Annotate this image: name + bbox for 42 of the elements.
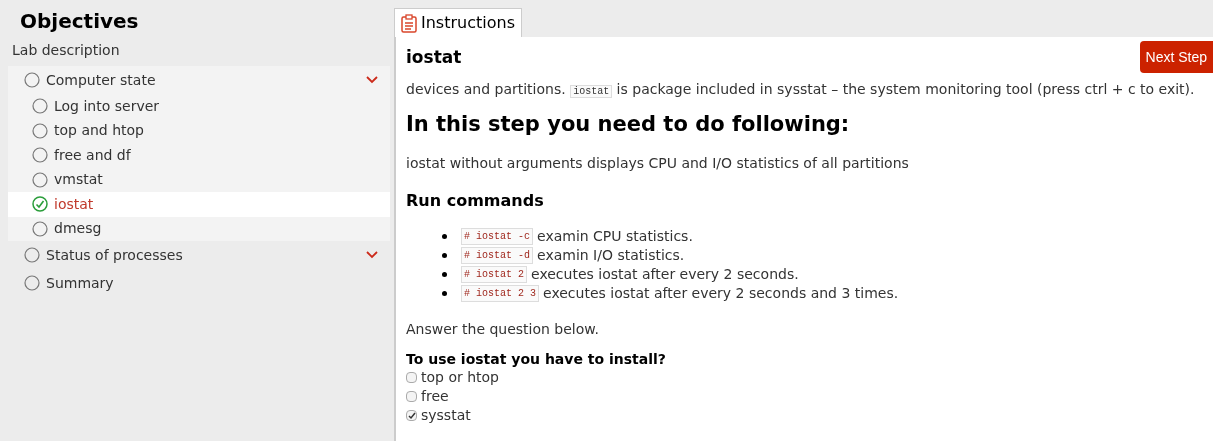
sidebar-item[interactable]: iostat bbox=[8, 192, 390, 217]
bullet-icon bbox=[442, 253, 447, 258]
checkbox[interactable] bbox=[406, 410, 417, 421]
answer-prompt: Answer the question below. bbox=[406, 320, 600, 337]
sidebar-item[interactable]: dmesg bbox=[8, 216, 390, 241]
sidebar-item[interactable]: Log into server bbox=[8, 94, 390, 119]
command-code: # iostat 2 3 bbox=[461, 285, 539, 302]
question-text: To use iostat you have to install? bbox=[406, 350, 667, 368]
intro-text: devices and partitions. iostat is package included in sysstat – the system monitoring tool (press ctrl + c to exit). bbox=[406, 80, 1196, 100]
sidebar-title: Objectives bbox=[19, 8, 140, 35]
command-description: examin I/O statistics. bbox=[537, 246, 685, 265]
checkmark-icon bbox=[407, 411, 416, 420]
command-description: examin CPU statistics. bbox=[537, 227, 693, 246]
answer-option[interactable]: free bbox=[406, 387, 1213, 406]
command-description: executes iostat after every 2 seconds. bbox=[531, 265, 799, 284]
sidebar-item[interactable]: Status of processes bbox=[8, 242, 390, 268]
step-title: iostat bbox=[406, 46, 462, 69]
sidebar-item[interactable]: vmstat bbox=[8, 167, 390, 192]
chevron-down-icon bbox=[366, 251, 378, 259]
answer-option[interactable]: sysstat bbox=[406, 406, 1213, 425]
sidebar-item[interactable]: top and htop bbox=[8, 118, 390, 143]
command-code: # iostat -c bbox=[461, 228, 533, 245]
lab-description-link[interactable]: Lab description bbox=[8, 40, 390, 66]
checkbox[interactable] bbox=[406, 372, 417, 383]
command-code: # iostat 2 bbox=[461, 266, 527, 283]
step-heading: In this step you need to do following: bbox=[406, 111, 851, 138]
next-step-button[interactable]: Next Step bbox=[1139, 41, 1213, 73]
checkbox[interactable] bbox=[406, 391, 417, 402]
sidebar-item[interactable]: Summary bbox=[8, 270, 390, 296]
command-code: # iostat -d bbox=[461, 247, 533, 264]
sidebar-item[interactable]: free and df bbox=[8, 143, 390, 168]
run-commands-heading: Run commands bbox=[406, 190, 545, 212]
description-text: iostat without arguments displays CPU and I/O statistics of all partitions bbox=[406, 154, 910, 173]
clipboard-icon bbox=[401, 13, 417, 33]
chevron-down-icon bbox=[366, 76, 378, 84]
bullet-icon bbox=[442, 234, 447, 239]
tab[interactable]: Instructions bbox=[394, 8, 522, 37]
command-description: executes iostat after every 2 seconds and 3 times. bbox=[543, 284, 899, 303]
bullet-icon bbox=[442, 291, 447, 296]
sidebar-item[interactable]: Computer state bbox=[8, 67, 390, 93]
bullet-icon bbox=[442, 272, 447, 277]
answer-option[interactable]: top or htop bbox=[406, 368, 1213, 387]
